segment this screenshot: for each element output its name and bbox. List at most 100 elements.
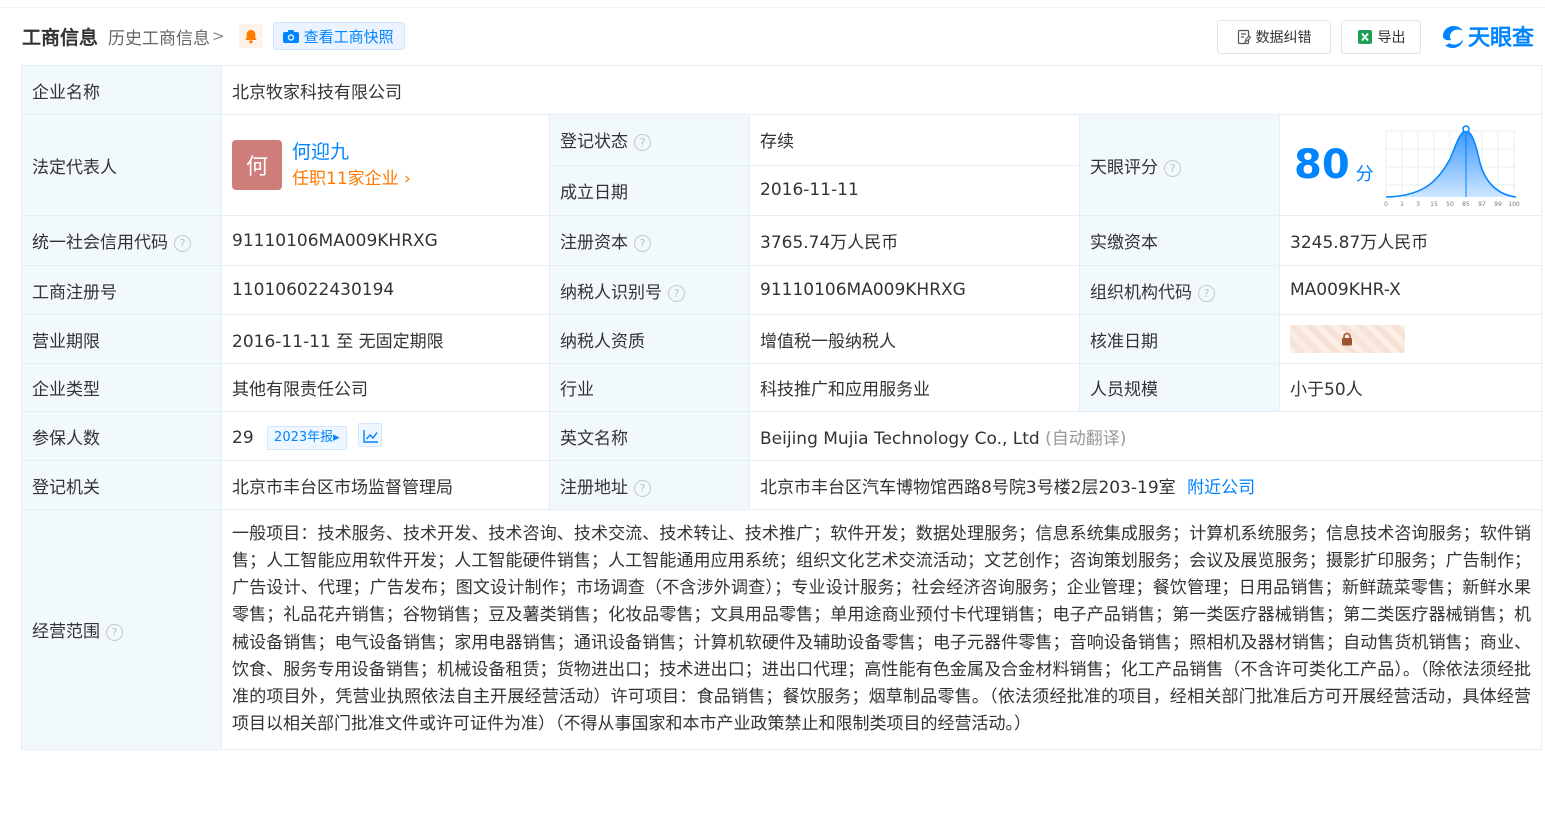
annual-report-tag-label: 2023年报	[274, 429, 334, 445]
help-icon[interactable]: ?	[634, 479, 651, 497]
reg-status-text: 登记状态	[560, 132, 628, 153]
org-code-label-text: 组织机构代码	[1090, 282, 1192, 303]
score-distribution-chart: 0 1 3 15 50 85 97 99 100	[1384, 125, 1520, 208]
legal-rep-corps-label: 任职11家企业	[292, 169, 399, 189]
data-correction-button[interactable]: 数据纠错	[1217, 20, 1331, 54]
taxpayer-id-value: 91110106MA009KHRXG	[749, 265, 1080, 315]
est-date-value: 2016-11-11	[749, 164, 1080, 216]
approval-date-label: 核准日期	[1079, 314, 1280, 364]
export-label: 导出	[1377, 30, 1406, 46]
avatar[interactable]: 何	[232, 140, 282, 190]
taxpayer-qual-value: 增值税一般纳税人	[749, 314, 1080, 364]
english-name-label: 英文名称	[549, 411, 750, 461]
score-unit: 分	[1355, 164, 1374, 185]
scope-label: 经营范围?	[21, 509, 222, 750]
paid-capital-label: 实缴资本	[1079, 215, 1280, 266]
paid-capital-value: 3245.87万人民币	[1278, 215, 1543, 266]
english-name-note: (自动翻译)	[1045, 428, 1127, 449]
insured-cell: 29 2023年报▸	[221, 411, 550, 461]
camera-icon	[282, 29, 299, 43]
help-icon[interactable]: ?	[634, 134, 651, 152]
business-info-table: 企业名称 北京牧家科技有限公司 法定代表人 何 何迎九 任职11家企业 › 登记…	[21, 65, 1543, 750]
legal-rep-label: 法定代表人	[21, 114, 222, 216]
credit-code-label: 统一社会信用代码?	[21, 215, 222, 266]
scope-label-text: 经营范围	[32, 622, 100, 642]
reg-status-value: 存续	[749, 114, 1080, 166]
score-label-text: 天眼评分	[1090, 157, 1158, 178]
data-correction-label: 数据纠错	[1255, 30, 1312, 46]
snapshot-label: 查看工商快照	[303, 27, 394, 46]
score-cell[interactable]: 80 分 0 1 3 15 50 85 97 99 100	[1278, 114, 1543, 216]
staff-size-value: 小于50人	[1278, 363, 1543, 412]
org-code-label: 组织机构代码?	[1079, 265, 1280, 315]
reg-authority-label: 登记机关	[21, 460, 222, 510]
history-info-link[interactable]: 历史工商信息 >	[108, 24, 225, 49]
biz-reg-no-value: 110106022430194	[221, 265, 550, 315]
reg-address-value: 北京市丰台区汽车博物馆西路8号院3号楼2层203-19室	[760, 477, 1176, 498]
reg-authority-value: 北京市丰台区市场监督管理局	[221, 460, 550, 510]
help-icon[interactable]: ?	[1164, 159, 1181, 177]
english-name-value: Beijing Mujia Technology Co., Ltd	[760, 428, 1040, 449]
est-date-label: 成立日期	[549, 164, 750, 216]
reg-address-label: 注册地址?	[549, 460, 750, 510]
reg-address-cell: 北京市丰台区汽车博物馆西路8号院3号楼2层203-19室 附近公司	[748, 460, 1543, 510]
score-axis-tick: 100	[1508, 201, 1520, 208]
credit-code-label-text: 统一社会信用代码	[32, 233, 168, 253]
caret-right-icon: ▸	[333, 429, 340, 445]
trend-chart-icon[interactable]	[358, 422, 383, 447]
help-icon[interactable]: ?	[106, 624, 123, 641]
score-axis-tick: 50	[1446, 201, 1454, 208]
section-header: 工商信息 历史工商信息 > 查看工商快照	[22, 20, 405, 52]
approval-date-value	[1278, 314, 1543, 364]
biz-reg-no-label: 工商注册号	[21, 265, 222, 315]
nearby-companies-link[interactable]: 附近公司	[1187, 478, 1255, 498]
reg-status-label: 登记状态?	[549, 114, 750, 166]
chevron-right-icon: ›	[398, 169, 411, 189]
industry-value: 科技推广和应用服务业	[749, 363, 1080, 412]
help-icon[interactable]: ?	[174, 235, 191, 252]
locked-value[interactable]	[1290, 325, 1405, 353]
snapshot-button[interactable]: 查看工商快照	[272, 22, 405, 50]
score-axis-tick: 85	[1462, 201, 1470, 208]
industry-label: 行业	[549, 363, 750, 412]
org-code-value: MA009KHR-X	[1278, 265, 1543, 315]
help-icon[interactable]: ?	[634, 235, 651, 252]
edit-doc-icon	[1237, 29, 1251, 45]
top-divider	[0, 0, 1545, 8]
company-type-value: 其他有限责任公司	[221, 363, 550, 412]
bell-icon[interactable]	[238, 24, 263, 48]
legal-rep-name[interactable]: 何迎九	[292, 138, 411, 166]
excel-icon	[1357, 30, 1372, 44]
score-label: 天眼评分?	[1079, 114, 1280, 216]
term-value: 2016-11-11 至 无固定期限	[221, 314, 550, 364]
insured-label: 参保人数	[21, 411, 222, 461]
taxpayer-id-label: 纳税人识别号?	[549, 265, 750, 315]
tianyancha-logo: 天眼查	[1440, 21, 1534, 51]
insured-value: 29	[232, 427, 254, 448]
taxpayer-id-label-text: 纳税人识别号	[560, 282, 662, 303]
credit-code-value: 91110106MA009KHRXG	[221, 215, 550, 266]
staff-size-label: 人员规模	[1079, 363, 1280, 412]
taxpayer-qual-label: 纳税人资质	[549, 314, 750, 364]
score-axis-tick: 15	[1430, 201, 1438, 208]
chevron-right-icon: >	[212, 27, 225, 45]
company-type-label: 企业类型	[21, 363, 222, 412]
score-value: 80	[1294, 142, 1350, 188]
term-label: 营业期限	[21, 314, 222, 364]
reg-capital-value: 3765.74万人民币	[749, 215, 1080, 266]
history-info-label: 历史工商信息	[108, 28, 211, 49]
reg-capital-label-text: 注册资本	[560, 233, 628, 253]
score-axis-tick: 97	[1478, 201, 1486, 208]
lock-icon	[1342, 332, 1352, 346]
reg-capital-label: 注册资本?	[549, 215, 750, 266]
legal-rep-corps-link[interactable]: 任职11家企业 ›	[292, 166, 411, 192]
help-icon[interactable]: ?	[1198, 284, 1215, 302]
export-button[interactable]: 导出	[1341, 20, 1421, 54]
logo-icon	[1443, 26, 1463, 48]
help-icon[interactable]: ?	[668, 284, 685, 302]
score-axis-tick: 99	[1494, 201, 1502, 208]
company-name-label: 企业名称	[21, 65, 222, 115]
annual-report-tag[interactable]: 2023年报▸	[267, 425, 347, 450]
company-name-value: 北京牧家科技有限公司	[220, 65, 1543, 115]
section-title: 工商信息	[22, 26, 99, 49]
